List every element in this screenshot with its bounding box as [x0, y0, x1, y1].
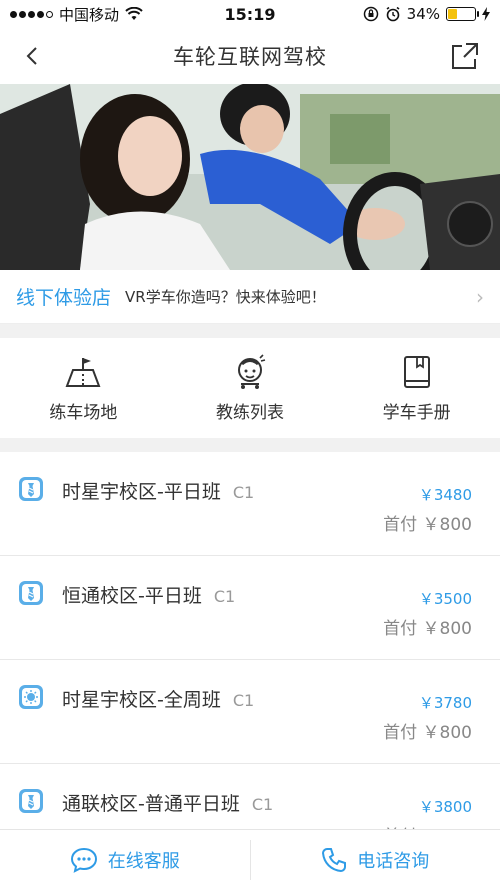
school-list: 时星宇校区-平日班 C1 ￥3480 首付 ￥800 恒通校区-平日班 C1 ￥35… — [0, 452, 500, 868]
school-name: 通联校区-普通平日班 C1 — [62, 789, 273, 816]
online-service-label: 在线客服 — [107, 850, 180, 872]
sun-icon — [19, 685, 43, 709]
price-label: ￥3480 — [418, 486, 472, 504]
list-item[interactable]: 时星宇校区-平日班 C1 ￥3480 首付 ￥800 — [0, 452, 500, 556]
battery-icon — [446, 7, 479, 21]
online-service-button[interactable]: 在线客服 — [0, 830, 250, 889]
menu-item-coach-list[interactable]: 教练列表 — [167, 338, 334, 438]
price-label: ￥3780 — [418, 694, 472, 712]
license-level: C1 — [232, 483, 255, 502]
coach-icon — [238, 353, 266, 389]
promo-tag: 线下体验店 — [16, 287, 112, 309]
app-screen: 中国移动 15:19 34% 车轮互联网驾校 线下体验店 VR学车你造吗？快来体… — [0, 0, 500, 889]
promo-banner[interactable]: 线下体验店 VR学车你造吗？快来体验吧！ › — [0, 270, 500, 324]
down-payment-label: 首付 ￥800 — [383, 619, 472, 639]
hero-banner[interactable] — [0, 84, 500, 270]
quick-menu: 练车场地 教练列表 学车手册 — [0, 338, 500, 438]
tie-icon — [19, 581, 43, 605]
tie-icon — [19, 477, 43, 501]
share-button[interactable] — [450, 41, 480, 71]
carrier-label: 中国移动 — [59, 5, 120, 24]
status-right: 34% — [363, 5, 490, 23]
tie-icon — [19, 789, 43, 813]
hero-photo — [0, 84, 500, 270]
chevron-right-icon: › — [476, 284, 484, 309]
battery-percent: 34% — [406, 5, 440, 23]
phone-consult-button[interactable]: 电话咨询 — [251, 830, 500, 889]
menu-label: 学车手册 — [382, 402, 451, 423]
menu-label: 教练列表 — [216, 402, 284, 423]
school-name-text: 时星宇校区-全周班 — [62, 689, 221, 711]
list-item[interactable]: 时星宇校区-全周班 C1 ￥3780 首付 ￥800 — [0, 660, 500, 764]
school-name-text: 通联校区-普通平日班 — [62, 793, 240, 815]
section-divider — [0, 438, 500, 452]
school-name: 恒通校区-平日班 C1 — [62, 581, 235, 608]
page-title: 车轮互联网驾校 — [173, 45, 327, 69]
rotation-lock-icon — [363, 6, 378, 22]
price-label: ￥3500 — [418, 590, 472, 608]
down-payment-label: 首付 ￥800 — [383, 723, 472, 743]
bottom-action-bar: 在线客服 电话咨询 — [0, 829, 500, 889]
charging-icon — [482, 7, 490, 21]
school-name-text: 恒通校区-平日班 — [62, 585, 202, 607]
phone-icon — [322, 847, 347, 872]
book-icon — [403, 355, 430, 388]
alarm-icon — [386, 6, 400, 22]
flag-field-icon — [65, 357, 101, 387]
back-button[interactable] — [18, 42, 46, 70]
school-name-text: 时星宇校区-平日班 — [62, 481, 221, 503]
school-name: 时星宇校区-平日班 C1 — [62, 477, 254, 504]
price-label: ￥3800 — [418, 798, 472, 816]
license-level: C1 — [213, 587, 236, 606]
status-bar: 中国移动 15:19 34% — [0, 0, 500, 28]
wifi-icon — [125, 7, 143, 20]
license-level: C1 — [232, 691, 255, 710]
license-level: C1 — [251, 795, 274, 814]
chat-bubble-icon — [70, 847, 97, 873]
chevron-left-icon — [26, 47, 37, 65]
list-item[interactable]: 恒通校区-平日班 C1 ￥3500 首付 ￥800 — [0, 556, 500, 660]
nav-bar: 车轮互联网驾校 — [0, 28, 500, 84]
menu-item-practice-field[interactable]: 练车场地 — [0, 338, 167, 438]
phone-consult-label: 电话咨询 — [357, 850, 430, 872]
signal-icon — [10, 10, 53, 18]
menu-label: 练车场地 — [49, 402, 118, 423]
status-left: 中国移动 — [10, 4, 143, 25]
promo-text: VR学车你造吗？快来体验吧！ — [125, 288, 326, 306]
school-name: 时星宇校区-全周班 C1 — [62, 685, 254, 712]
menu-item-handbook[interactable]: 学车手册 — [333, 338, 500, 438]
battery-fill — [448, 9, 457, 19]
down-payment-label: 首付 ￥800 — [383, 515, 472, 535]
section-divider — [0, 324, 500, 338]
status-time: 15:19 — [224, 4, 276, 24]
